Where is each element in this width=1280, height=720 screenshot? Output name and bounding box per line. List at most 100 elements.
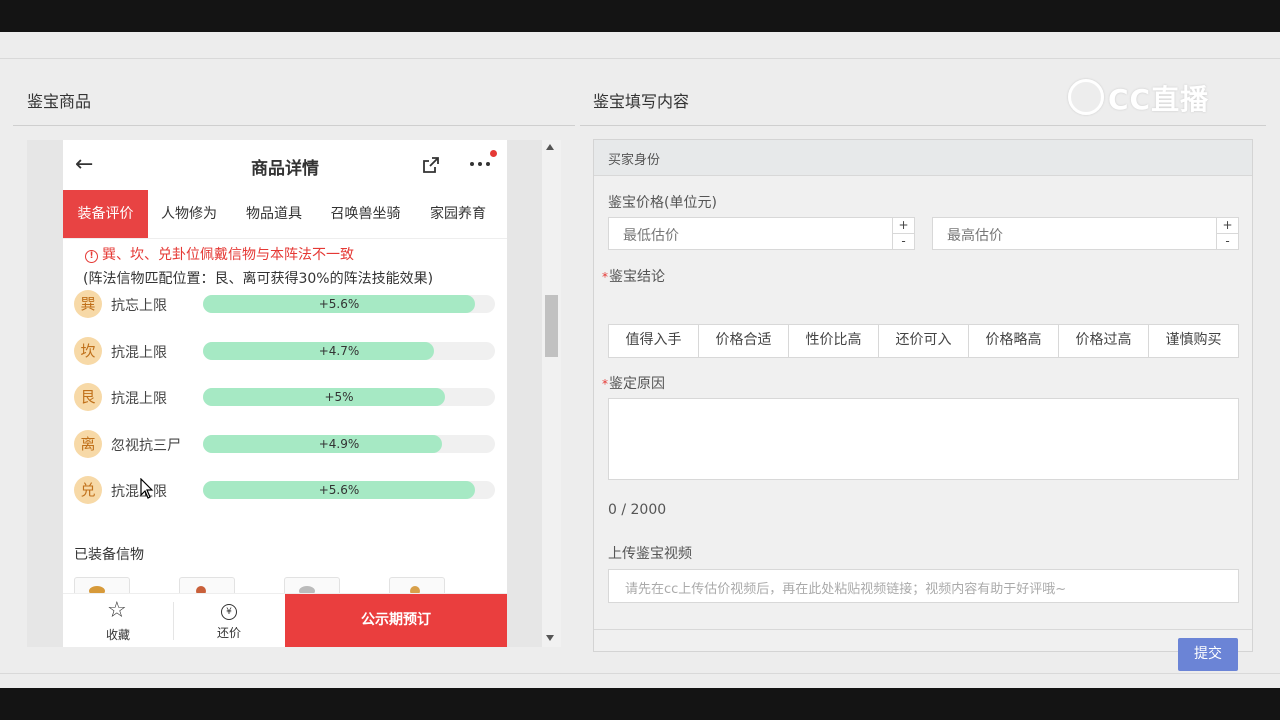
scroll-down-icon[interactable] <box>546 635 554 641</box>
progress-track: +5.6% <box>203 295 495 313</box>
right-panel-divider <box>580 125 1266 126</box>
buyer-identity-label: 买家身份 <box>608 153 661 168</box>
conclusion-option[interactable]: 价格过高 <box>1059 325 1149 357</box>
phone-preview: ← 商品详情 装备评价 人物修为 物品道具 召唤兽坐骑 家园养育 ! 巽、坎、兑卦… <box>27 140 561 647</box>
min-price-input[interactable]: 最低估价 + - <box>608 217 915 250</box>
conclusion-options: 值得入手 价格合适 性价比高 还价可入 价格略高 价格过高 谨慎购买 <box>608 324 1239 358</box>
max-price-placeholder: 最高估价 <box>947 228 1003 244</box>
trigram-badge: 巽 <box>74 290 102 318</box>
video-label: 上传鉴宝视频 <box>608 546 692 562</box>
yen-icon: ¥ <box>221 604 237 620</box>
equipped-title: 已装备信物 <box>74 547 144 563</box>
left-panel-title: 鉴宝商品 <box>27 92 92 111</box>
scroll-up-icon[interactable] <box>546 144 554 150</box>
trigram-badge: 兑 <box>74 476 102 504</box>
tab-equipment-eval[interactable]: 装备评价 <box>63 190 148 238</box>
form-header: 买家身份 <box>594 140 1252 176</box>
trigram-row: 艮抗混上限 +5% <box>74 382 495 412</box>
cc-logo-icon <box>1068 79 1104 115</box>
bargain-button[interactable]: ¥ 还价 <box>174 594 284 647</box>
collect-button[interactable]: ☆ 收藏 <box>63 594 173 647</box>
min-price-placeholder: 最低估价 <box>623 228 679 244</box>
min-price-stepper[interactable]: + - <box>892 218 914 249</box>
conclusion-label: *鉴宝结论 <box>602 266 665 286</box>
bottom-action-bar: ☆ 收藏 ¥ 还价 公示期预订 <box>63 593 507 647</box>
mouse-cursor-icon <box>140 478 154 499</box>
phone-nav-bar: ← 商品详情 <box>63 140 507 190</box>
trigram-row: 巽抗忘上限 +5.6% <box>74 289 495 319</box>
char-counter: 0 / 2000 <box>608 502 667 518</box>
reason-label: *鉴定原因 <box>602 373 665 393</box>
bargain-label: 还价 <box>216 626 241 640</box>
attribute-label: 抗混上限 <box>111 344 167 361</box>
warning-text: 巽、坎、兑卦位佩戴信物与本阵法不一致 <box>102 247 354 263</box>
conclusion-option[interactable]: 还价可入 <box>879 325 969 357</box>
top-divider <box>0 32 1280 59</box>
tab-homestead[interactable]: 家园养育 <box>413 190 503 238</box>
submit-button[interactable]: 提交 <box>1178 638 1238 671</box>
scroll-thumb[interactable] <box>545 295 558 357</box>
more-icon[interactable] <box>470 162 494 168</box>
trigram-row: 离忽视抗三尸 +4.9% <box>74 429 495 459</box>
progress-track: +4.9% <box>203 434 495 453</box>
attribute-label: 抗混上限 <box>111 484 167 500</box>
tab-summons[interactable]: 召唤兽坐骑 <box>318 190 413 238</box>
decrement-icon[interactable]: - <box>893 234 914 249</box>
star-icon: ☆ <box>107 598 127 623</box>
tab-character[interactable]: 人物修为 <box>148 190 230 238</box>
conclusion-option[interactable]: 值得入手 <box>609 325 699 357</box>
tab-items[interactable]: 物品道具 <box>230 190 318 238</box>
reason-label-text: 鉴定原因 <box>609 376 665 392</box>
attribute-label: 抗混上限 <box>111 391 167 407</box>
trigram-badge: 艮 <box>74 383 102 411</box>
attribute-label: 忽视抗三尸 <box>111 437 181 454</box>
trigram-row: 兑抗混上限 +5.6% <box>74 475 495 505</box>
progress-value: +4.9% <box>318 436 360 451</box>
reserve-button[interactable]: 公示期预订 <box>285 594 507 647</box>
max-price-stepper[interactable]: + - <box>1216 218 1238 249</box>
form-footer-divider <box>594 629 1252 630</box>
right-panel-title: 鉴宝填写内容 <box>593 92 690 111</box>
phone-screen: ← 商品详情 装备评价 人物修为 物品道具 召唤兽坐骑 家园养育 ! 巽、坎、兑卦… <box>63 140 507 647</box>
required-mark: * <box>602 270 608 284</box>
progress-value: +5% <box>324 390 354 404</box>
increment-icon[interactable]: + <box>893 218 914 234</box>
watermark-logo: CC直播 <box>1068 78 1209 118</box>
progress-value: +5.6% <box>318 483 360 497</box>
trigram-badge: 坎 <box>74 336 102 365</box>
video-link-input[interactable]: 请先在cc上传估价视频后，再在此处粘贴视频链接；视频内容有助于好评哦~ <box>608 569 1239 603</box>
notification-dot <box>490 150 497 157</box>
reason-textarea[interactable] <box>608 398 1239 480</box>
scrollbar[interactable] <box>542 140 561 647</box>
conclusion-option[interactable]: 谨慎购买 <box>1149 325 1238 357</box>
match-note: (阵法信物匹配位置：艮、离可获得30%的阵法技能效果) <box>83 271 434 287</box>
warning-icon: ! <box>85 250 98 263</box>
trigram-badge: 离 <box>74 429 102 458</box>
conclusion-option[interactable]: 价格合适 <box>699 325 789 357</box>
conclusion-label-text: 鉴宝结论 <box>609 269 665 285</box>
progress-track: +5% <box>203 388 495 406</box>
category-tabs: 装备评价 人物修为 物品道具 召唤兽坐骑 家园养育 <box>63 190 507 239</box>
watermark-text: CC直播 <box>1108 83 1210 116</box>
trigram-row: 坎抗混上限 +4.7% <box>74 336 495 366</box>
decrement-icon[interactable]: - <box>1217 234 1238 249</box>
video-placeholder: 请先在cc上传估价视频后，再在此处粘贴视频链接；视频内容有助于好评哦~ <box>625 582 1067 597</box>
conclusion-option[interactable]: 价格略高 <box>969 325 1059 357</box>
progress-value: +4.7% <box>318 343 360 358</box>
conclusion-option[interactable]: 性价比高 <box>789 325 879 357</box>
app-window: 鉴宝商品 鉴宝填写内容 CC直播 ← 商品详情 装备评价 人物修为 物品道具 召… <box>0 32 1280 688</box>
progress-track: +5.6% <box>203 481 495 499</box>
progress-value: +5.6% <box>318 297 360 311</box>
required-mark: * <box>602 377 608 391</box>
increment-icon[interactable]: + <box>1217 218 1238 234</box>
max-price-input[interactable]: 最高估价 + - <box>932 217 1239 250</box>
attribute-label: 抗忘上限 <box>111 298 167 314</box>
appraisal-form: 买家身份 鉴宝价格(单位元) 最低估价 + - 最高估价 + - *鉴宝结论 值得入… <box>593 139 1253 671</box>
price-label: 鉴宝价格(单位元) <box>608 195 717 211</box>
collect-label: 收藏 <box>105 628 130 642</box>
share-icon[interactable] <box>421 155 441 175</box>
bottom-divider <box>0 673 1280 674</box>
progress-track: +4.7% <box>203 341 495 360</box>
left-panel-divider <box>13 125 575 126</box>
mismatch-warning: ! 巽、坎、兑卦位佩戴信物与本阵法不一致 <box>85 244 354 264</box>
